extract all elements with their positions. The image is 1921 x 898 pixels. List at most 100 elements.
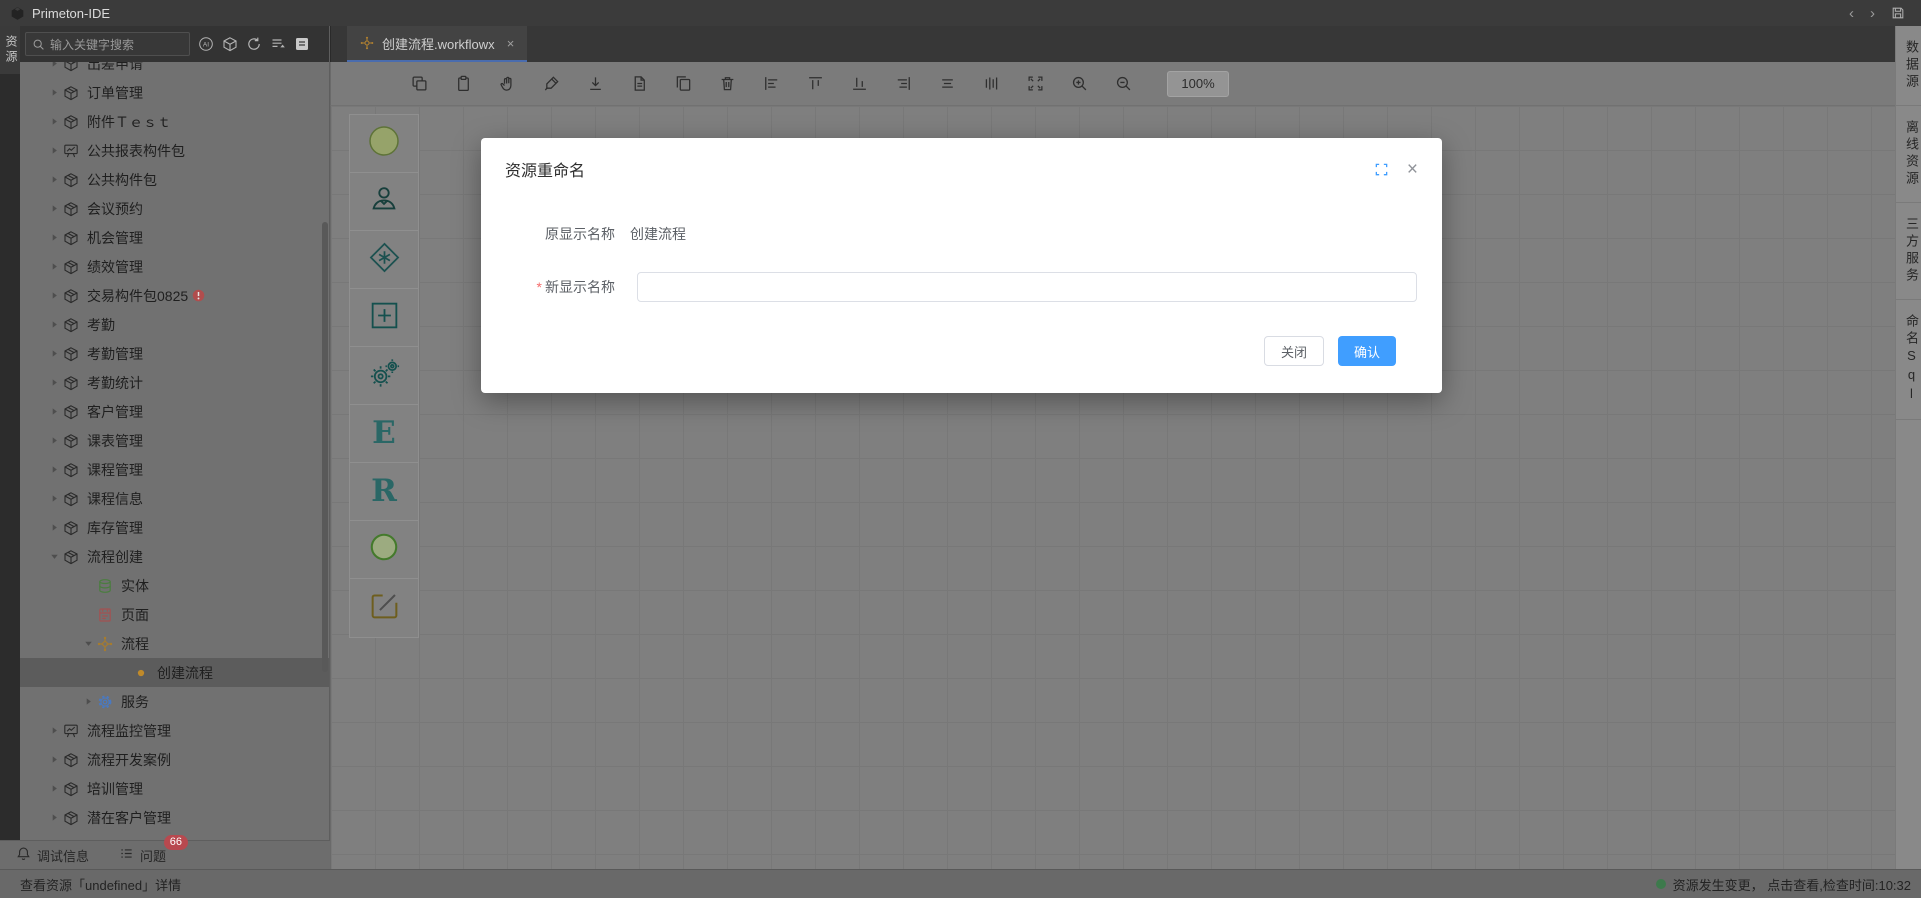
delete-button[interactable]	[719, 75, 736, 92]
paste-button[interactable]	[455, 75, 472, 92]
tree-item[interactable]: 客户管理	[20, 397, 329, 426]
caret-right-icon[interactable]	[46, 523, 62, 532]
tree-item[interactable]: 公共报表构件包	[20, 136, 329, 165]
bottom-tab-problems[interactable]: 问题66	[119, 846, 166, 865]
nav-back-button[interactable]: ‹	[1849, 6, 1854, 21]
resources-strip-tab[interactable]: 资源	[0, 26, 20, 74]
caret-right-icon[interactable]	[46, 436, 62, 445]
palette-end-event[interactable]	[350, 521, 418, 579]
tree-scrollbar[interactable]	[322, 222, 328, 672]
tree-item[interactable]: 交易构件包0825	[20, 281, 329, 310]
align-right-button[interactable]	[895, 75, 912, 92]
caret-right-icon[interactable]	[46, 204, 62, 213]
document-button[interactable]	[631, 75, 648, 92]
right-tab-1[interactable]: 离线资源	[1896, 106, 1921, 203]
copy-button[interactable]	[411, 75, 428, 92]
tree-item[interactable]: 流程开发案例	[20, 745, 329, 774]
caret-right-icon[interactable]	[46, 784, 62, 793]
tree-item[interactable]: 绩效管理	[20, 252, 329, 281]
right-tab-0[interactable]: 数据源	[1896, 26, 1921, 106]
new-name-input[interactable]	[637, 272, 1417, 302]
caret-right-icon[interactable]	[46, 62, 62, 68]
hand-button[interactable]	[499, 75, 516, 92]
close-button[interactable]: 关闭	[1264, 336, 1324, 366]
status-right-text[interactable]: 资源发生变更， 点击查看,检查时间:10:32	[1673, 875, 1911, 894]
caret-right-icon[interactable]	[46, 88, 62, 97]
caret-right-icon[interactable]	[46, 117, 62, 126]
caret-right-icon[interactable]	[46, 378, 62, 387]
locate-file-icon[interactable]	[294, 36, 310, 52]
tree-item[interactable]: 页面	[20, 600, 329, 629]
tree-item[interactable]: 考勤管理	[20, 339, 329, 368]
tree-item[interactable]: 流程	[20, 629, 329, 658]
caret-right-icon[interactable]	[46, 233, 62, 242]
caret-down-icon[interactable]	[46, 552, 62, 561]
caret-down-icon[interactable]	[80, 639, 96, 648]
palette-task[interactable]	[350, 289, 418, 347]
distribute-vertical-button[interactable]	[983, 75, 1000, 92]
tree-item[interactable]: 出差申请	[20, 62, 329, 78]
caret-right-icon[interactable]	[46, 494, 62, 503]
align-bottom-button[interactable]	[851, 75, 868, 92]
ai-icon[interactable]: AI	[198, 36, 214, 52]
tab-close-icon[interactable]: ×	[507, 36, 515, 51]
align-top-button[interactable]	[807, 75, 824, 92]
refresh-icon[interactable]	[246, 36, 262, 52]
component-icon[interactable]	[222, 36, 238, 52]
nav-forward-button[interactable]: ›	[1870, 6, 1875, 21]
palette-edit-node[interactable]	[350, 579, 418, 637]
align-left-button[interactable]	[763, 75, 780, 92]
right-tab-2[interactable]: 三方服务	[1896, 203, 1921, 300]
search-input[interactable]: 输入关键字搜索	[25, 32, 190, 56]
zoom-out-button[interactable]	[1115, 75, 1132, 92]
tree-item[interactable]: 库存管理	[20, 513, 329, 542]
zoom-level-indicator[interactable]: 100%	[1167, 71, 1229, 97]
palette-entity-r[interactable]: R	[350, 463, 418, 521]
tree-item[interactable]: 考勤	[20, 310, 329, 339]
caret-right-icon[interactable]	[46, 813, 62, 822]
palette-start-event[interactable]	[350, 115, 418, 173]
copy-document-button[interactable]	[675, 75, 692, 92]
palette-user-task[interactable]	[350, 173, 418, 231]
tree-item[interactable]: 课程管理	[20, 455, 329, 484]
tree-item[interactable]: 课表管理	[20, 426, 329, 455]
tree-item[interactable]: 公共构件包	[20, 165, 329, 194]
tree-item[interactable]: 附件Ｔｅｓｔ	[20, 107, 329, 136]
right-tab-3[interactable]: 命名Sql	[1896, 300, 1921, 420]
caret-right-icon[interactable]	[46, 320, 62, 329]
zoom-in-button[interactable]	[1071, 75, 1088, 92]
caret-right-icon[interactable]	[46, 755, 62, 764]
status-left-text[interactable]: 查看资源「undefined」详情	[20, 875, 181, 894]
tree-item[interactable]: 实体	[20, 571, 329, 600]
tree-item[interactable]: 订单管理	[20, 78, 329, 107]
tree-item[interactable]: 流程监控管理	[20, 716, 329, 745]
save-icon[interactable]	[1891, 6, 1905, 20]
confirm-button[interactable]: 确认	[1338, 336, 1396, 366]
tree-item[interactable]: 潜在客户管理	[20, 803, 329, 832]
tree-item[interactable]: 培训管理	[20, 774, 329, 803]
tree-item[interactable]: 考勤统计	[20, 368, 329, 397]
caret-right-icon[interactable]	[46, 146, 62, 155]
caret-right-icon[interactable]	[46, 726, 62, 735]
dialog-close-icon[interactable]: ×	[1407, 160, 1418, 179]
bottom-tab-debug-info[interactable]: 调试信息	[16, 846, 89, 865]
palette-service-task[interactable]	[350, 347, 418, 405]
tree-item[interactable]: 课程信息	[20, 484, 329, 513]
tree-item[interactable]: 流程创建	[20, 542, 329, 571]
fit-screen-button[interactable]	[1027, 75, 1044, 92]
caret-right-icon[interactable]	[46, 262, 62, 271]
palette-entity-e[interactable]: E	[350, 405, 418, 463]
format-brush-button[interactable]	[543, 75, 560, 92]
download-button[interactable]	[587, 75, 604, 92]
tree-item[interactable]: 创建流程	[20, 658, 329, 687]
palette-gateway[interactable]	[350, 231, 418, 289]
align-center-button[interactable]	[939, 75, 956, 92]
fullscreen-icon[interactable]	[1374, 162, 1389, 177]
caret-right-icon[interactable]	[80, 697, 96, 706]
caret-right-icon[interactable]	[46, 407, 62, 416]
outline-icon[interactable]	[270, 36, 286, 52]
caret-right-icon[interactable]	[46, 175, 62, 184]
tree-item[interactable]: 机会管理	[20, 223, 329, 252]
tree-item[interactable]: 服务	[20, 687, 329, 716]
tab-workflow-editor[interactable]: 创建流程.workflowx ×	[347, 26, 527, 62]
